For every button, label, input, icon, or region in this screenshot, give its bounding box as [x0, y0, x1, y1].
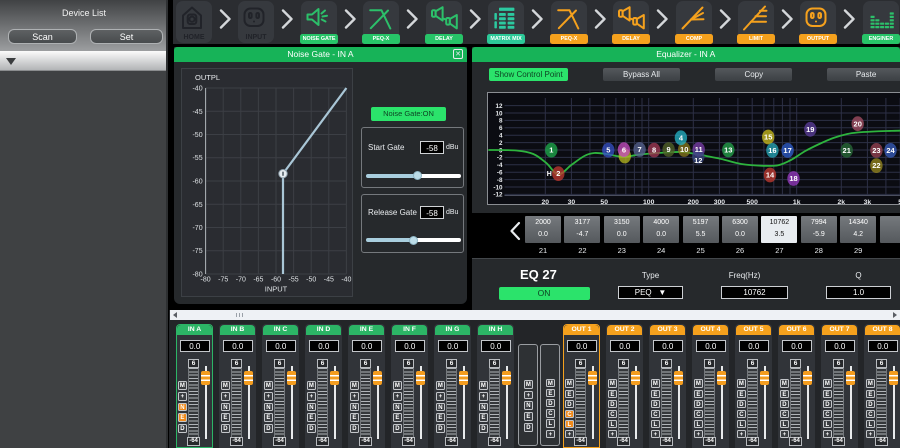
svg-text:9: 9 [666, 145, 670, 154]
svg-text:20: 20 [853, 119, 861, 128]
svg-text:-50: -50 [192, 132, 202, 139]
svg-text:13: 13 [724, 145, 732, 154]
svg-text:12: 12 [694, 156, 702, 165]
svg-text:-10: -10 [493, 184, 503, 191]
svg-text:-40: -40 [192, 86, 202, 93]
svg-text:-45: -45 [324, 277, 334, 284]
svg-text:21: 21 [842, 146, 850, 155]
svg-text:17: 17 [783, 146, 791, 155]
svg-text:-4: -4 [497, 162, 503, 169]
svg-text:8: 8 [652, 146, 656, 155]
svg-text:1k: 1k [793, 199, 801, 206]
svg-text:10: 10 [495, 110, 502, 117]
svg-text:-70: -70 [192, 225, 202, 232]
svg-text:8: 8 [499, 118, 503, 125]
svg-text:-6: -6 [497, 169, 503, 176]
svg-text:-8: -8 [497, 177, 503, 184]
svg-text:11: 11 [694, 145, 702, 154]
svg-text:-55: -55 [289, 277, 299, 284]
svg-text:300: 300 [713, 199, 725, 206]
svg-text:24: 24 [886, 146, 895, 155]
svg-text:14: 14 [766, 171, 775, 180]
svg-text:-2: -2 [497, 155, 503, 162]
svg-text:-70: -70 [236, 277, 246, 284]
svg-text:OUTPL: OUTPL [195, 73, 220, 82]
svg-text:-55: -55 [192, 155, 202, 162]
svg-text:23: 23 [872, 146, 880, 155]
svg-text:15: 15 [764, 133, 772, 142]
svg-text:-65: -65 [192, 202, 202, 209]
svg-text:H: H [546, 171, 551, 178]
svg-text:22: 22 [872, 161, 880, 170]
svg-text:2k: 2k [837, 199, 845, 206]
svg-text:2: 2 [556, 169, 560, 178]
svg-text:50: 50 [600, 199, 608, 206]
svg-text:-65: -65 [253, 277, 263, 284]
svg-text:-75: -75 [218, 277, 228, 284]
svg-text:-60: -60 [271, 277, 281, 284]
svg-text:30: 30 [567, 199, 575, 206]
svg-text:5: 5 [606, 146, 610, 155]
svg-text:16: 16 [768, 146, 776, 155]
svg-text:200: 200 [687, 199, 699, 206]
svg-text:-12: -12 [493, 192, 503, 199]
svg-text:1: 1 [549, 146, 553, 155]
svg-text:3k: 3k [863, 199, 871, 206]
svg-text:-40: -40 [341, 277, 351, 284]
svg-text:-60: -60 [192, 179, 202, 186]
svg-text:500: 500 [746, 199, 758, 206]
svg-text:12: 12 [495, 103, 502, 110]
svg-text:20: 20 [541, 199, 549, 206]
svg-text:6: 6 [499, 125, 503, 132]
svg-text:6: 6 [622, 145, 626, 154]
svg-text:18: 18 [789, 174, 797, 183]
svg-text:2: 2 [499, 140, 503, 147]
svg-text:100: 100 [643, 199, 655, 206]
svg-text:7: 7 [637, 145, 641, 154]
svg-text:10: 10 [680, 145, 688, 154]
svg-text:-75: -75 [192, 248, 202, 255]
svg-text:-80: -80 [201, 277, 211, 284]
svg-text:INPUT: INPUT [265, 285, 288, 294]
svg-text:4: 4 [499, 133, 503, 140]
svg-text:19: 19 [806, 125, 814, 134]
svg-text:-45: -45 [192, 109, 202, 116]
svg-text:-50: -50 [306, 277, 316, 284]
